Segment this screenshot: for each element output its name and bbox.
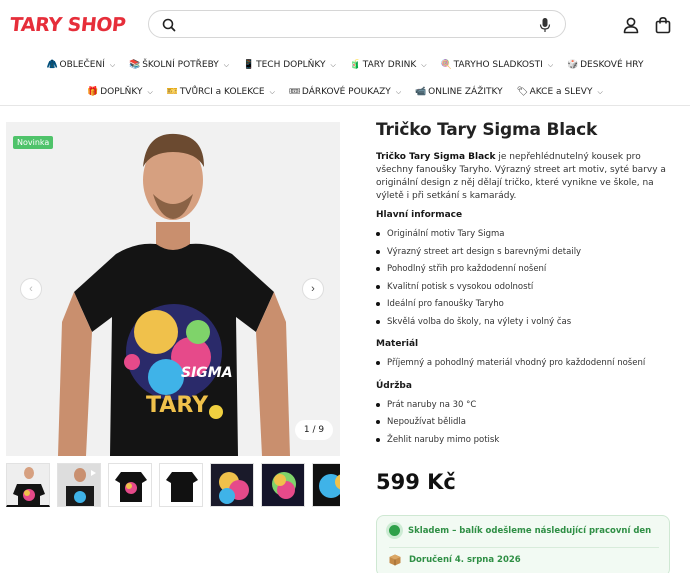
material-list: Příjemný a pohodlný materiál vhodný pro … (376, 357, 676, 375)
nav-item-taryho-sladkosti[interactable]: 🍭 TARYHO SLADKOSTI ⌵ (441, 58, 554, 72)
list-item: Pohodlný střih pro každodenní nošení (376, 263, 676, 281)
nav-label: DOPLŇKY (100, 87, 143, 97)
nav-label: ONLINE ZÁŽITKY (428, 87, 503, 97)
chevron-down-icon: ⌵ (395, 87, 402, 96)
list-item: Originální motiv Tary Sigma (376, 228, 676, 246)
gallery-counter: 1 / 9 (295, 420, 333, 440)
stock-text: Skladem – balík odešleme následující pra… (408, 525, 652, 536)
delivery-text: Doručení 4. srpna 2026 (409, 555, 521, 565)
header: TARY SHOP (0, 0, 690, 52)
care-list: Prát naruby na 30 °C Nepoužívat bělidla … (376, 399, 676, 452)
thumbnail-strip (6, 463, 340, 509)
list-item: Skvělá volba do školy, na výlety i volný… (376, 316, 676, 334)
product-price: 599 Kč (376, 470, 456, 494)
description-bold: Tričko Tary Sigma Black (376, 152, 496, 162)
stock-status: Skladem – balík odešleme následující pra… (389, 525, 651, 536)
section-heading-main: Hlavní informace (376, 210, 463, 220)
delivery-status: Doručení 4. srpna 2026 (389, 554, 521, 566)
availability-divider (389, 547, 659, 548)
search-input[interactable] (183, 15, 523, 35)
list-item: Nepoužívat bělidla (376, 416, 676, 434)
lollipop-icon: 🍭 (440, 60, 452, 70)
search-bar[interactable] (148, 10, 566, 38)
voucher-icon: 🎟 (288, 87, 301, 97)
thumbnail[interactable] (261, 463, 305, 507)
search-icon[interactable] (161, 17, 177, 33)
ticket-icon: 🎫 (166, 87, 179, 97)
svg-text:TARY: TARY (146, 393, 209, 418)
microphone-icon[interactable] (539, 17, 551, 33)
nav-label: TVŮRCI a KOLEKCE (179, 87, 265, 97)
drink-icon: 🧃 (349, 60, 362, 70)
chevron-down-icon: ⌵ (223, 60, 230, 69)
new-badge: Novinka (13, 136, 54, 149)
thumbnail[interactable] (57, 463, 101, 507)
list-item: Kvalitní potisk s vysokou odolností (376, 281, 676, 299)
list-item: Příjemný a pohodlný materiál vhodný pro … (376, 357, 676, 375)
nav-label: DESKOVÉ HRY (580, 60, 644, 70)
gallery-next-button[interactable]: › (302, 278, 324, 300)
thumbnail[interactable] (6, 463, 50, 507)
nav-label: TECH DOPLŇKY (256, 60, 326, 70)
account-icon[interactable] (622, 16, 640, 34)
chevron-down-icon: ⌵ (421, 60, 427, 69)
dice-icon: 🎲 (567, 60, 579, 70)
chevron-down-icon: ⌵ (147, 87, 153, 96)
product-description: Tričko Tary Sigma Black je nepřehlédnute… (376, 151, 676, 203)
camera-icon: 📹 (415, 87, 427, 97)
nav-label: OBLEČENÍ (59, 60, 105, 70)
nav-label: TARY DRINK (362, 60, 417, 70)
gallery-prev-button[interactable]: ‹ (20, 278, 42, 300)
nav-item-tech-doplnky[interactable]: 📱 TECH DOPLŇKY ⌵ (243, 58, 336, 72)
nav-item-akce-slevy[interactable]: 🏷 AKCE a SLEVY ⌵ (517, 85, 603, 99)
nav-item-online-zazitky[interactable]: 📹 ONLINE ZÁŽITKY (415, 85, 502, 99)
nav-item-obleceni[interactable]: 🧥 OBLEČENÍ ⌵ (47, 58, 116, 72)
chevron-down-icon: ⌵ (547, 60, 554, 69)
clothing-icon: 🧥 (46, 60, 58, 70)
category-nav-primary: 🧥 OBLEČENÍ ⌵ 📚 ŠKOLNÍ POTŘEBY ⌵ 📱 TECH D… (0, 58, 690, 72)
nav-label: DÁRKOVÉ POUKAZY (301, 87, 391, 97)
list-item: Ideální pro fanoušky Taryho (376, 298, 676, 316)
in-stock-icon (389, 525, 400, 536)
chevron-down-icon: ⌵ (269, 87, 275, 96)
thumbnail[interactable] (108, 463, 152, 507)
nav-label: AKCE a SLEVY (529, 87, 593, 97)
logo[interactable]: TARY SHOP (9, 14, 127, 36)
product-title: Tričko Tary Sigma Black (376, 120, 598, 140)
section-heading-material: Materiál (376, 339, 419, 349)
thumbnail[interactable] (159, 463, 203, 507)
chevron-down-icon: ⌵ (109, 60, 116, 69)
thumbnail[interactable] (312, 463, 340, 507)
gift-icon: 🎁 (87, 87, 99, 97)
nav-label: TARYHO SLADKOSTI (453, 60, 543, 70)
books-icon: 📚 (129, 60, 141, 70)
shopping-bag-icon[interactable] (654, 16, 672, 34)
list-item: Výrazný street art design s barevnými de… (376, 246, 676, 264)
svg-text:SIGMA: SIGMA (181, 365, 233, 381)
nav-item-darkove-poukazy[interactable]: 🎟 DÁRKOVÉ POUKAZY ⌵ (289, 85, 401, 99)
product-info: Tričko Tary Sigma Black Tričko Tary Sigm… (376, 120, 676, 451)
nav-item-doplnky[interactable]: 🎁 DOPLŇKY ⌵ (87, 85, 153, 99)
tag-icon: 🏷 (516, 87, 529, 97)
product-image-main[interactable]: SIGMA TARY Novinka ‹ › 1 / 9 (6, 122, 340, 456)
product-photo: SIGMA TARY (6, 122, 340, 456)
main-info-list: Originální motiv Tary Sigma Výrazný stre… (376, 228, 676, 333)
nav-item-tvurci-kolekce[interactable]: 🎫 TVŮRCI a KOLEKCE ⌵ (167, 85, 275, 99)
nav-item-tary-drink[interactable]: 🧃 TARY DRINK ⌵ (350, 58, 427, 72)
availability-box: Skladem – balík odešleme následující pra… (376, 515, 670, 573)
category-nav-secondary: 🎁 DOPLŇKY ⌵ 🎫 TVŮRCI a KOLEKCE ⌵ 🎟 DÁRKO… (0, 85, 690, 99)
chevron-down-icon: ⌵ (330, 60, 336, 69)
list-item: Prát naruby na 30 °C (376, 399, 676, 417)
header-divider (0, 105, 690, 106)
nav-item-skolni-potreby[interactable]: 📚 ŠKOLNÍ POTŘEBY ⌵ (129, 58, 229, 72)
section-heading-care: Údržba (376, 380, 412, 391)
chevron-down-icon: ⌵ (597, 87, 603, 96)
nav-item-deskove-hry[interactable]: 🎲 DESKOVÉ HRY (567, 58, 643, 72)
thumbnail[interactable] (210, 463, 254, 507)
package-icon (389, 554, 401, 566)
list-item: Žehlit naruby mimo potisk (376, 434, 676, 452)
nav-label: ŠKOLNÍ POTŘEBY (142, 60, 219, 70)
phone-icon: 📱 (243, 60, 255, 70)
